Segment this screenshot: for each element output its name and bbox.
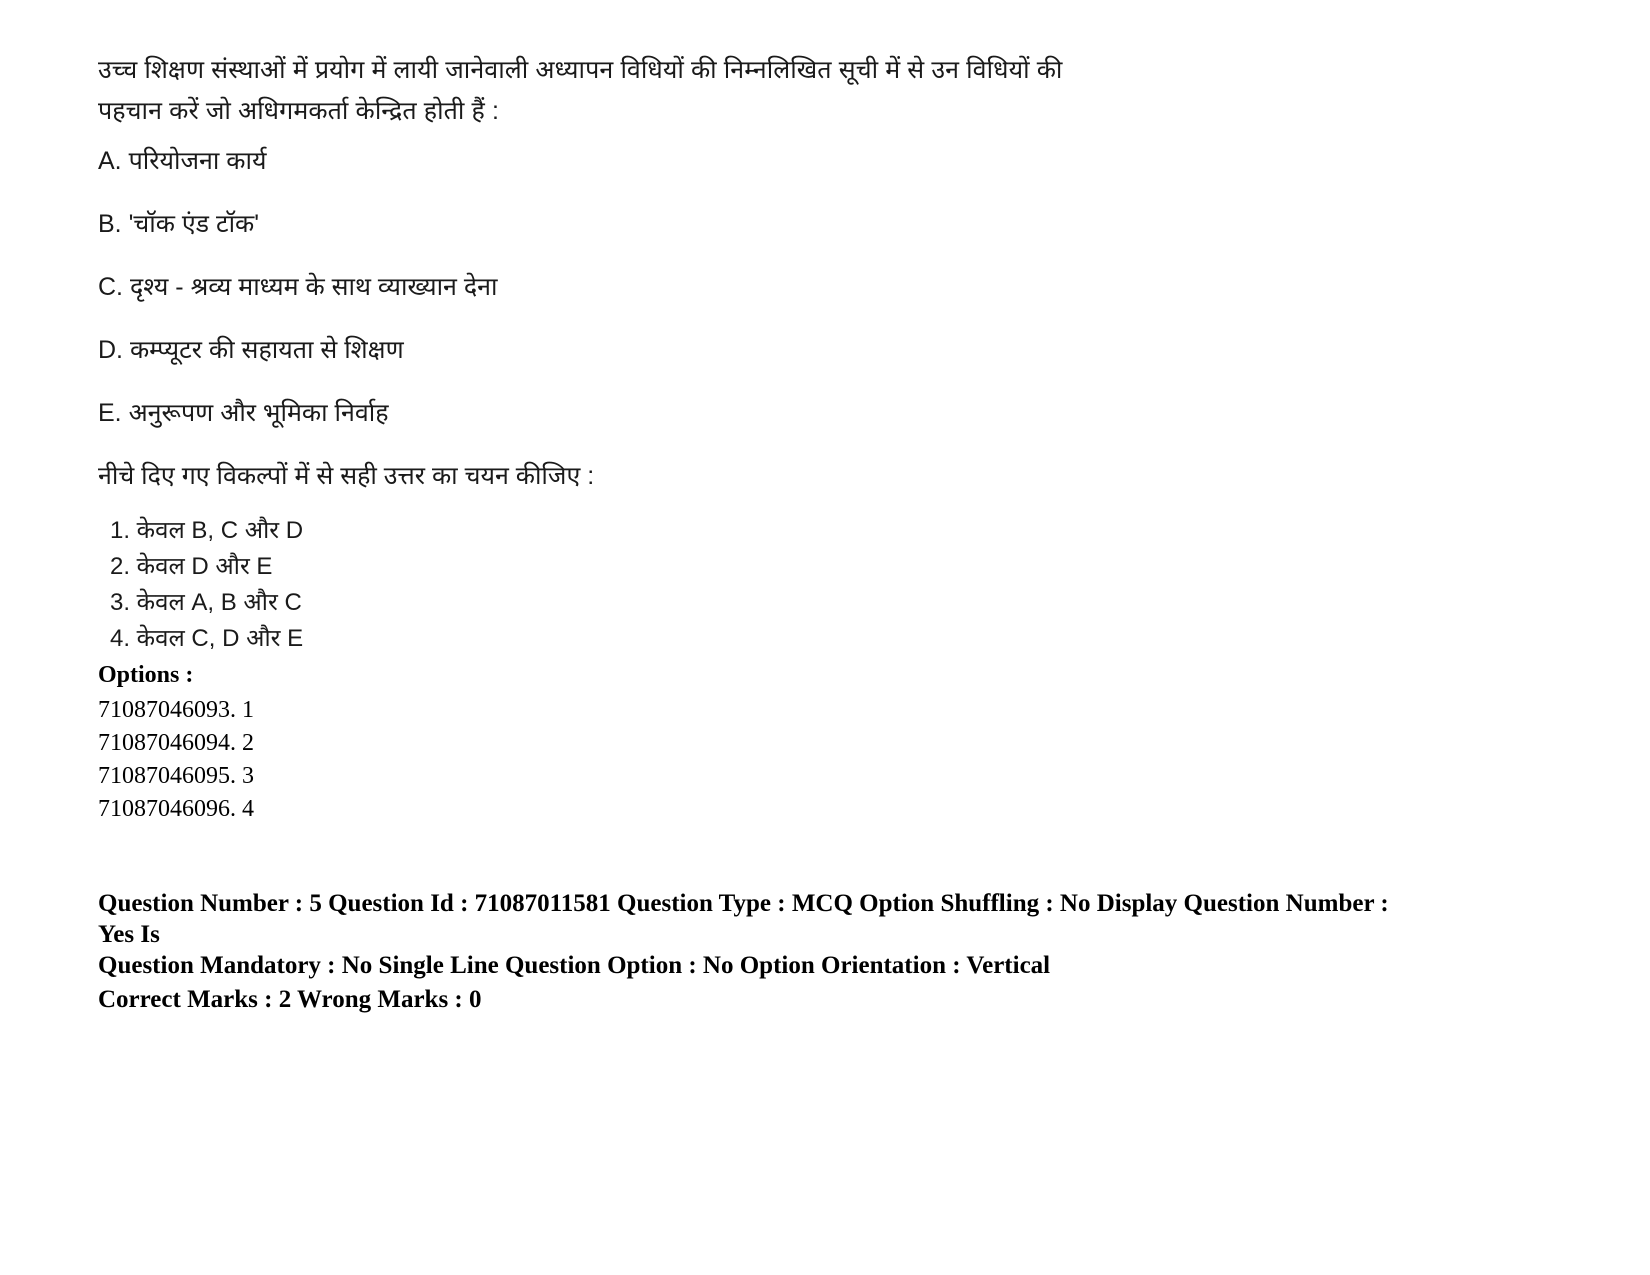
statement-item-c: C. दृश्य - श्रव्य माध्यम के साथ व्याख्या… [98, 273, 498, 301]
question-metadata: Question Number : 5 Question Id : 710870… [98, 888, 1408, 1015]
statement-item-a: A. परियोजना कार्य [98, 147, 267, 175]
option-id-3: 71087046095. 3 [98, 763, 254, 789]
metadata-line-settings: Question Mandatory : No Single Line Ques… [98, 952, 1051, 979]
answer-choice-4[interactable]: 4. केवल C, D और E [110, 621, 1555, 657]
statement-item-d: D. कम्प्यूटर की सहायता से शिक्षण [98, 336, 404, 364]
question-page: उच्च शिक्षण संस्थाओं में प्रयोग में लायी… [0, 0, 1650, 1275]
answer-choice-3[interactable]: 3. केवल A, B और C [110, 585, 1555, 621]
option-id-2: 71087046094. 2 [98, 730, 254, 756]
question-stem: उच्च शिक्षण संस्थाओं में प्रयोग में लायी… [98, 56, 1063, 125]
options-heading: Options : [98, 662, 194, 688]
answer-choice-2[interactable]: 2. केवल D और E [110, 549, 1555, 585]
answer-choice-list: 1. केवल B, C और D 2. केवल D और E 3. केवल… [98, 513, 1555, 657]
answer-instruction: नीचे दिए गए विकल्पों में से सही उत्तर का… [98, 462, 595, 490]
option-id-4: 71087046096. 4 [98, 796, 254, 822]
answer-choice-1[interactable]: 1. केवल B, C और D [110, 513, 1555, 549]
metadata-line-marks: Correct Marks : 2 Wrong Marks : 0 [98, 986, 482, 1013]
metadata-line-identity: Question Number : 5 Question Id : 710870… [98, 890, 1389, 948]
statement-list: A. परियोजना कार्य B. 'चॉक एंड टॉक' C. दृ… [98, 146, 1555, 428]
option-id-1: 71087046093. 1 [98, 697, 254, 723]
option-id-list: 71087046093. 1 71087046094. 2 7108704609… [98, 694, 1555, 826]
statement-item-e: E. अनुरूपण और भूमिका निर्वाह [98, 399, 389, 427]
statement-item-b: B. 'चॉक एंड टॉक' [98, 210, 260, 238]
